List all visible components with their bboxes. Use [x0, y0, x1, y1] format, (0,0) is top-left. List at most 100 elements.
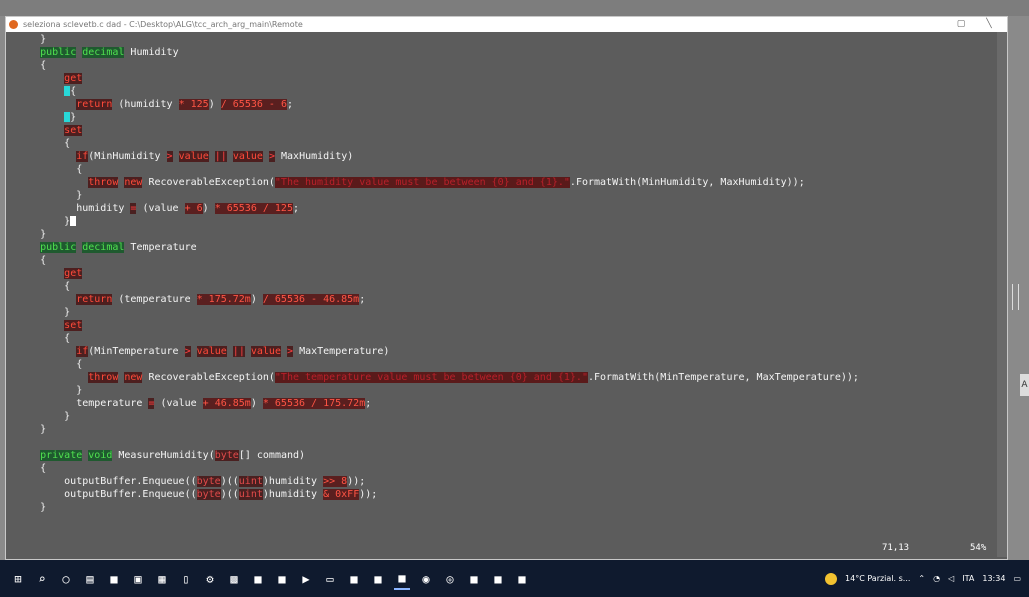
code-token: * 125 — [178, 99, 209, 110]
code-line[interactable]: return (humidity * 125) / 65536 - 6; — [16, 98, 993, 111]
terminal-icon[interactable]: ▭ — [322, 571, 338, 587]
file-explorer-icon[interactable]: ▣ — [130, 571, 146, 587]
media-icon[interactable]: ▶ — [298, 571, 314, 587]
code-token: { — [16, 164, 83, 175]
document-icon[interactable]: ▯ — [178, 571, 194, 587]
code-token: ) — [202, 203, 215, 214]
code-line[interactable]: outputBuffer.Enqueue((byte)((uint)humidi… — [16, 475, 993, 488]
code-line[interactable] — [16, 436, 993, 449]
code-line[interactable]: set — [16, 319, 993, 332]
code-line[interactable]: { — [16, 358, 993, 371]
code-token: / 65536 - 6 — [220, 99, 287, 110]
code-line[interactable]: get — [16, 267, 993, 280]
clock[interactable]: 13:34 — [982, 574, 1005, 583]
code-line[interactable]: throw new RecoverableException("The humi… — [16, 176, 993, 189]
app-icon[interactable]: ■ — [370, 571, 386, 587]
code-line[interactable]: } — [16, 33, 993, 46]
code-token: } — [16, 307, 71, 318]
code-line[interactable]: } — [16, 215, 993, 228]
code-line[interactable]: if(MinHumidity > value || value > MaxHum… — [16, 150, 993, 163]
edge-tab[interactable]: A — [1020, 374, 1029, 396]
code-line[interactable]: } — [16, 410, 993, 423]
code-line[interactable]: temperature = (value + 46.85m) * 65536 /… — [16, 397, 993, 410]
windows-start-icon[interactable]: ⊞ — [10, 571, 26, 587]
code-token: } — [16, 424, 47, 435]
code-line[interactable]: { — [16, 254, 993, 267]
system-tray: 14°C Parzial. s... ⌃ ◔ ◁ ITA 13:34 ▭ — [821, 560, 1029, 597]
app-icon[interactable]: ■ — [466, 571, 482, 587]
code-line[interactable]: humidity = (value + 6) * 65536 / 125; — [16, 202, 993, 215]
code-line[interactable]: { — [16, 280, 993, 293]
language-indicator[interactable]: ITA — [962, 574, 974, 583]
app-icon[interactable]: ■ — [490, 571, 506, 587]
code-token: } — [16, 190, 83, 201]
code-line[interactable]: } — [16, 111, 993, 124]
app-icon[interactable]: ■ — [274, 571, 290, 587]
code-token: ) — [250, 398, 263, 409]
task-view-icon[interactable]: ▤ — [82, 571, 98, 587]
weather-text[interactable]: 14°C Parzial. s... — [845, 574, 910, 583]
code-token: public — [40, 242, 77, 253]
code-line[interactable]: return (temperature * 175.72m) / 65536 -… — [16, 293, 993, 306]
code-token: { — [16, 463, 47, 474]
code-line[interactable]: { — [16, 163, 993, 176]
code-token: humidity — [16, 203, 131, 214]
code-token: } — [70, 112, 77, 123]
chrome-icon[interactable]: ◎ — [442, 571, 458, 587]
weather-icon[interactable] — [825, 572, 838, 585]
calculator-icon[interactable]: ▩ — [226, 571, 242, 587]
chevron-up-icon[interactable]: ⌃ — [918, 574, 925, 583]
code-token: temperature — [16, 398, 149, 409]
settings-icon[interactable]: ⚙ — [202, 571, 218, 587]
code-token: RecoverableException( — [142, 372, 275, 383]
code-line[interactable]: { — [16, 332, 993, 345]
code-line[interactable]: if(MinTemperature > value || value > Max… — [16, 345, 993, 358]
code-line[interactable]: } — [16, 384, 993, 397]
window-titlebar[interactable]: seleziona sclevetb.c dad - C:\Desktop\AL… — [6, 17, 1007, 32]
code-view[interactable]: } public decimal Humidity { get { return… — [16, 33, 993, 559]
code-line[interactable]: set — [16, 124, 993, 137]
code-token: } — [16, 229, 47, 240]
code-line[interactable]: public decimal Humidity — [16, 46, 993, 59]
terminal-window[interactable]: seleziona sclevetb.c dad - C:\Desktop\AL… — [5, 16, 1008, 560]
cortana-icon[interactable]: ○ — [58, 571, 74, 587]
network-icon[interactable]: ◔ — [933, 574, 940, 583]
search-icon[interactable]: ⌕ — [34, 571, 50, 587]
code-line[interactable]: get — [16, 72, 993, 85]
code-line[interactable]: public decimal Temperature — [16, 241, 993, 254]
code-line[interactable]: } — [16, 501, 993, 514]
code-line[interactable]: { — [16, 59, 993, 72]
code-line[interactable]: { — [16, 85, 993, 98]
code-token: )); — [359, 489, 378, 500]
app-icon[interactable]: ■ — [250, 571, 266, 587]
volume-icon[interactable]: ◁ — [948, 574, 954, 583]
maximize-icon[interactable]: ▢ — [955, 18, 967, 30]
notepad-icon[interactable]: ▦ — [154, 571, 170, 587]
code-token: byte — [196, 476, 221, 487]
resize-handle[interactable] — [1012, 284, 1019, 310]
code-token: MaxTemperature) — [293, 346, 390, 357]
close-icon[interactable]: ╲ — [983, 18, 995, 30]
app-icon[interactable]: ■ — [346, 571, 362, 587]
code-line[interactable]: } — [16, 423, 993, 436]
code-line[interactable]: { — [16, 462, 993, 475]
code-line[interactable]: } — [16, 306, 993, 319]
code-line[interactable]: outputBuffer.Enqueue((byte)((uint)humidi… — [16, 488, 993, 501]
app-icon[interactable]: ■ — [394, 568, 410, 590]
app-icon[interactable]: ■ — [106, 571, 122, 587]
pdf-icon[interactable]: ◉ — [418, 571, 434, 587]
code-line[interactable]: } — [16, 228, 993, 241]
scrollbar[interactable] — [997, 32, 1007, 557]
notification-icon[interactable]: ▭ — [1013, 574, 1021, 583]
code-line[interactable]: { — [16, 137, 993, 150]
code-line[interactable]: throw new RecoverableException("The temp… — [16, 371, 993, 384]
code-line[interactable]: } — [16, 189, 993, 202]
code-line[interactable]: private void MeasureHumidity(byte[] comm… — [16, 449, 993, 462]
app-icon[interactable]: ■ — [514, 571, 530, 587]
code-token: { — [16, 60, 47, 71]
